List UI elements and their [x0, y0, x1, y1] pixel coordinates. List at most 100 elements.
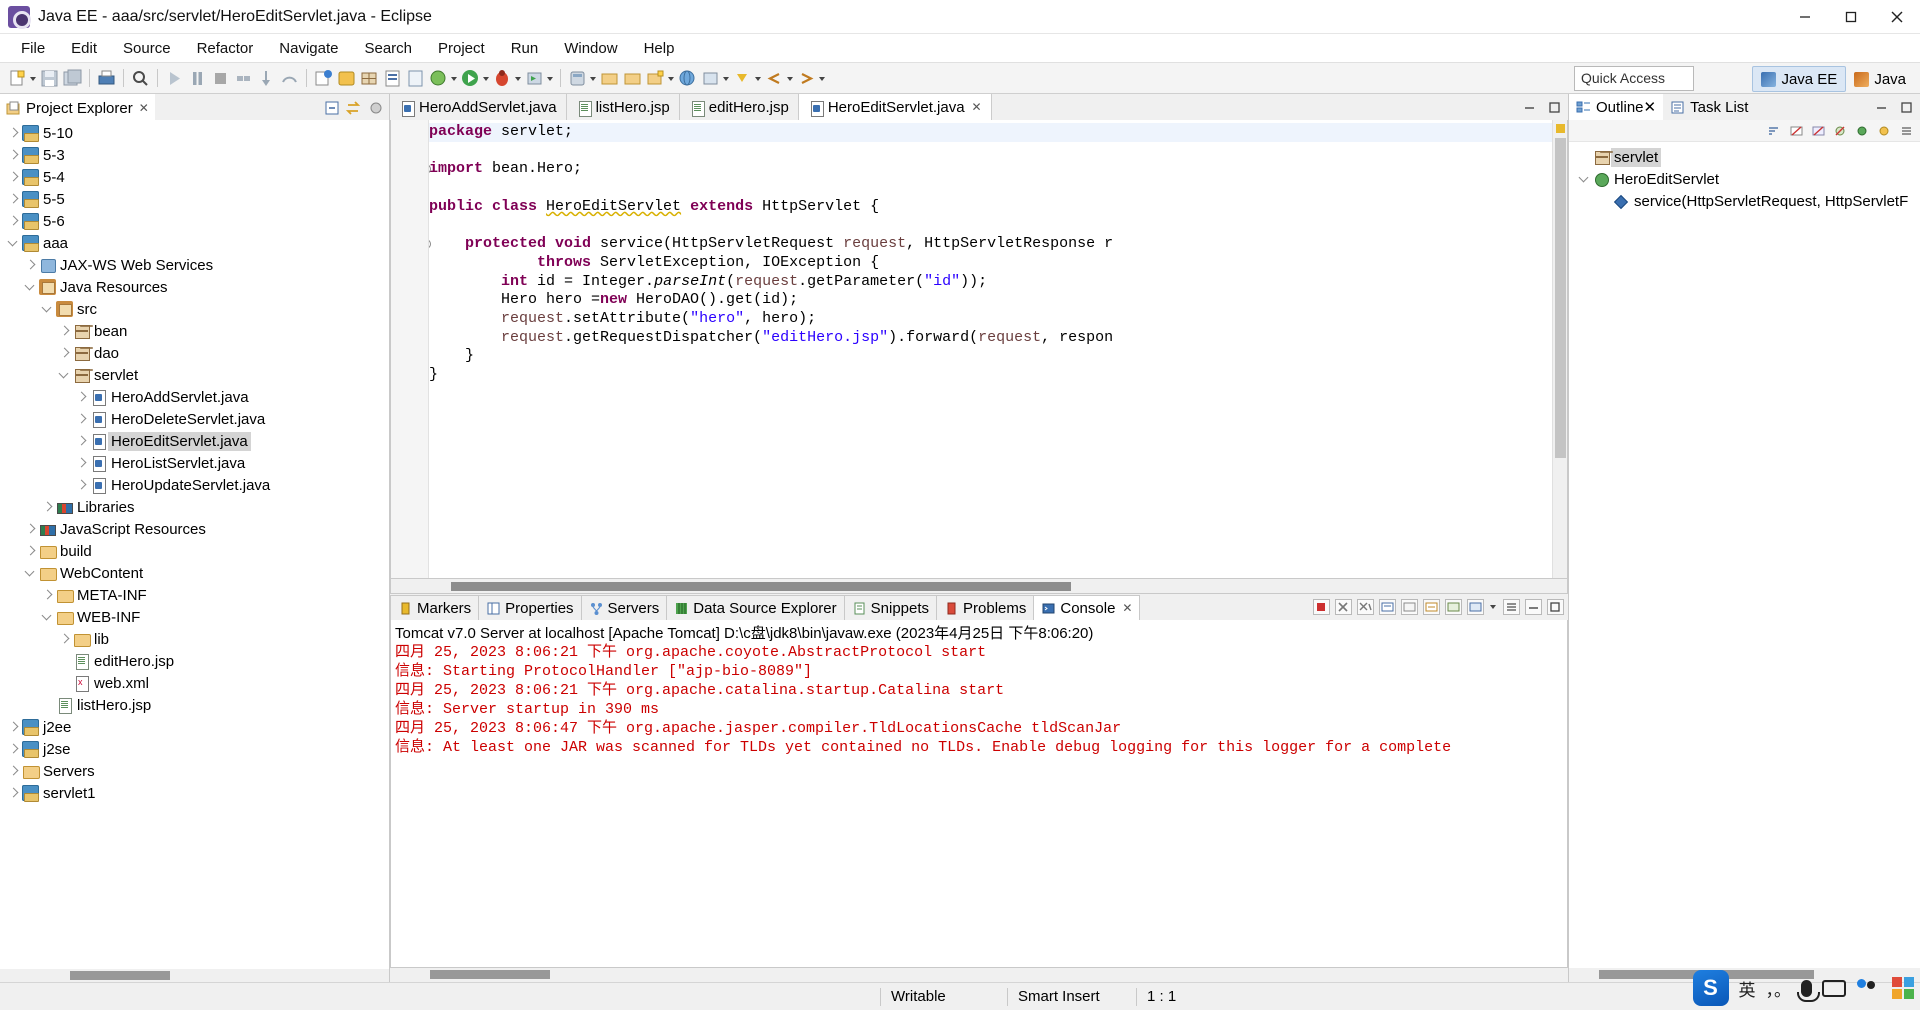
- overview-warning-marker[interactable]: [1556, 124, 1565, 133]
- code-line[interactable]: 20 }: [429, 347, 1552, 366]
- tree-item-aaa[interactable]: aaa: [0, 232, 389, 254]
- maximize-icon[interactable]: [1898, 99, 1915, 116]
- server-dropdown-icon[interactable]: [589, 68, 598, 89]
- menu-item-window[interactable]: Window: [551, 38, 630, 59]
- chevron-right-icon[interactable]: [6, 719, 22, 735]
- tree-item-heroupdateservlet-java[interactable]: HeroUpdateServlet.java: [0, 474, 389, 496]
- tree-item-heroaddservlet-java[interactable]: HeroAddServlet.java: [0, 386, 389, 408]
- chevron-right-icon[interactable]: [6, 147, 22, 163]
- tree-item-web-inf[interactable]: WEB-INF: [0, 606, 389, 628]
- resume-icon[interactable]: [164, 68, 185, 89]
- step-into-icon[interactable]: [256, 68, 277, 89]
- new-enum-dropdown-icon[interactable]: [450, 68, 459, 89]
- keyboard-icon[interactable]: [1822, 979, 1846, 997]
- close-icon[interactable]: ✕: [1122, 601, 1132, 615]
- tree-item-5-4[interactable]: 5-4: [0, 166, 389, 188]
- new-enum-icon[interactable]: [428, 68, 449, 89]
- tree-item-5-10[interactable]: 5-10: [0, 122, 389, 144]
- remove-launch-icon[interactable]: [1335, 598, 1352, 615]
- save-all-icon[interactable]: [62, 68, 83, 89]
- new-annotation-icon[interactable]: [382, 68, 403, 89]
- menu-item-project[interactable]: Project: [425, 38, 498, 59]
- close-icon[interactable]: ✕: [139, 101, 149, 115]
- menu-item-source[interactable]: Source: [110, 38, 184, 59]
- external-tools-dropdown-icon[interactable]: [546, 68, 555, 89]
- open-type-icon[interactable]: [599, 68, 620, 89]
- editor-tabbar[interactable]: HeroAddServlet.java listHero.jsp editHero.…: [390, 94, 1568, 120]
- chevron-right-icon[interactable]: [6, 763, 22, 779]
- code-line[interactable]: 11: [429, 179, 1552, 198]
- chevron-right-icon[interactable]: [74, 477, 90, 493]
- bottom-tab-problems[interactable]: Problems: [936, 595, 1035, 620]
- outline-item-servlet[interactable]: servlet: [1569, 146, 1920, 168]
- clear-console-icon[interactable]: [1401, 598, 1418, 615]
- new-package-icon[interactable]: [359, 68, 380, 89]
- menu-item-search[interactable]: Search: [351, 38, 425, 59]
- scroll-lock-icon[interactable]: [1379, 598, 1396, 615]
- tree-item-src[interactable]: src: [0, 298, 389, 320]
- tree-item-javascript-resources[interactable]: JavaScript Resources: [0, 518, 389, 540]
- bottom-tab-data-source-explorer[interactable]: Data Source Explorer: [666, 595, 845, 620]
- terminate-icon[interactable]: [210, 68, 231, 89]
- tree-item-edithero-jsp[interactable]: editHero.jsp: [0, 650, 389, 672]
- next-annotation-icon[interactable]: [732, 68, 753, 89]
- pin-console-icon[interactable]: [1423, 598, 1440, 615]
- back-dropdown-icon[interactable]: [786, 68, 795, 89]
- maximize-icon[interactable]: [1546, 99, 1563, 116]
- chevron-down-icon[interactable]: [1577, 171, 1593, 187]
- remove-all-terminated-icon[interactable]: [1357, 598, 1374, 615]
- display-selected-console-icon[interactable]: [1445, 598, 1462, 615]
- forward-icon[interactable]: [796, 68, 817, 89]
- bottom-tab-servers[interactable]: Servers: [580, 595, 668, 620]
- perspective-java-ee[interactable]: Java EE: [1752, 66, 1847, 92]
- tree-item-servlet1[interactable]: servlet1: [0, 782, 389, 804]
- outline-tree[interactable]: servlet HeroEditServlet service(HttpServle…: [1569, 142, 1920, 968]
- chevron-right-icon[interactable]: [6, 169, 22, 185]
- scrollbar-thumb[interactable]: [430, 970, 550, 979]
- apps-grid-icon[interactable]: [1892, 977, 1914, 999]
- console-output[interactable]: Tomcat v7.0 Server at localhost [Apache …: [390, 620, 1568, 968]
- bottom-tab-markers[interactable]: Markers: [390, 595, 480, 620]
- code-line[interactable]: 1package servlet;: [429, 123, 1552, 142]
- maximize-icon[interactable]: [1547, 598, 1564, 615]
- code-line[interactable]: 3import bean.Hero;: [429, 160, 1552, 179]
- scrollbar-thumb[interactable]: [70, 971, 170, 980]
- back-icon[interactable]: [764, 68, 785, 89]
- sort-icon[interactable]: [1767, 124, 1782, 138]
- tree-item-j2ee[interactable]: j2ee: [0, 716, 389, 738]
- tree-item-servers[interactable]: Servers: [0, 760, 389, 782]
- chevron-down-icon[interactable]: [6, 235, 22, 251]
- tree-item-herodeleteservlet-java[interactable]: HeroDeleteServlet.java: [0, 408, 389, 430]
- editor-hscrollbar[interactable]: [390, 579, 1568, 594]
- close-button[interactable]: [1874, 0, 1920, 34]
- editor-left-ruler[interactable]: [391, 120, 429, 578]
- tree-item-j2se[interactable]: j2se: [0, 738, 389, 760]
- ime-punctuation-mode[interactable]: ，。: [1766, 976, 1792, 1001]
- tree-item-5-3[interactable]: 5-3: [0, 144, 389, 166]
- tree-item-lib[interactable]: lib: [0, 628, 389, 650]
- open-console-icon[interactable]: [1467, 598, 1484, 615]
- chevron-right-icon[interactable]: [74, 389, 90, 405]
- chevron-right-icon[interactable]: [23, 543, 39, 559]
- close-icon[interactable]: ✕: [972, 100, 982, 114]
- tree-item-bean[interactable]: bean: [0, 320, 389, 342]
- new-wizard-icon[interactable]: [7, 68, 28, 89]
- tree-item-listhero-jsp[interactable]: listHero.jsp: [0, 694, 389, 716]
- editor-tab-heroeditservlet-java[interactable]: HeroEditServlet.java ✕: [798, 94, 992, 120]
- new-wizard-dropdown-icon[interactable]: [29, 68, 38, 89]
- outline-tab-outline[interactable]: Outline ✕: [1569, 94, 1664, 120]
- run-dropdown-icon[interactable]: [482, 68, 491, 89]
- chevron-right-icon[interactable]: [6, 125, 22, 141]
- ime-language-mode[interactable]: 英: [1739, 976, 1756, 1001]
- link-with-editor-icon[interactable]: [345, 100, 363, 117]
- web-browser-icon[interactable]: [677, 68, 698, 89]
- menu-item-file[interactable]: File: [8, 38, 58, 59]
- console-hscrollbar[interactable]: [390, 968, 1568, 982]
- close-icon[interactable]: ✕: [1644, 98, 1657, 116]
- tab-project-explorer[interactable]: Project Explorer ✕: [0, 94, 155, 120]
- new-class-icon[interactable]: [336, 68, 357, 89]
- minimize-icon[interactable]: [1525, 598, 1542, 615]
- code-line[interactable]: 18 request.setAttribute("hero", hero);: [429, 310, 1552, 329]
- minimize-icon[interactable]: [1873, 99, 1890, 116]
- terminate-icon[interactable]: [1313, 598, 1330, 615]
